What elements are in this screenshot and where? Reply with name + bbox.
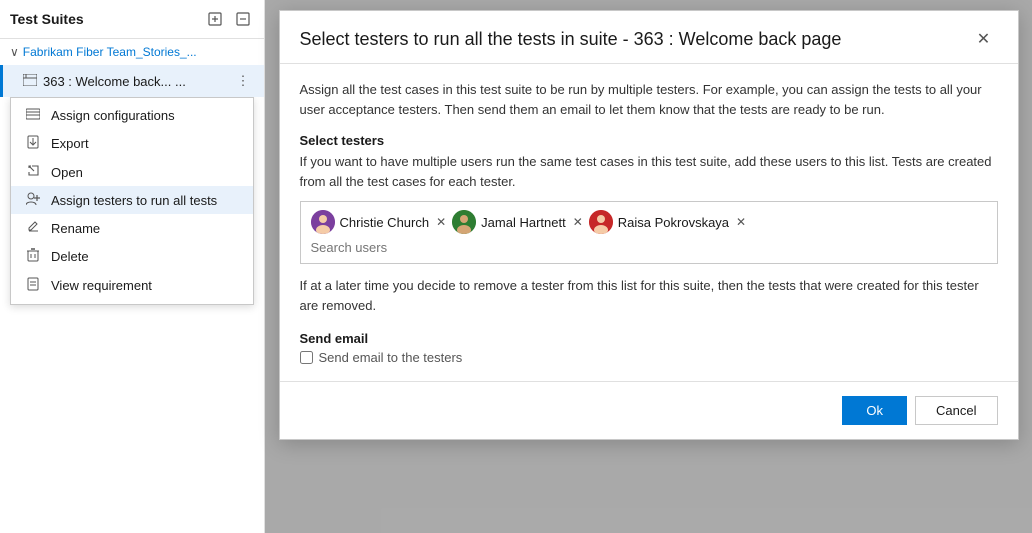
menu-label-assign-testers: Assign testers to run all tests bbox=[51, 193, 217, 208]
tester-name-jh: Jamal Hartnett bbox=[481, 215, 566, 230]
avatar-jh bbox=[452, 210, 476, 234]
search-users-input[interactable] bbox=[311, 240, 431, 255]
dialog-body: Assign all the test cases in this test s… bbox=[280, 64, 1018, 381]
suite-more-button[interactable]: ⋮ bbox=[232, 70, 254, 92]
context-menu: Assign configurations Export Open Assign… bbox=[10, 97, 254, 305]
cancel-button[interactable]: Cancel bbox=[915, 396, 997, 425]
view-requirement-icon bbox=[23, 277, 43, 294]
delete-icon bbox=[23, 248, 43, 265]
close-button[interactable]: ✕ bbox=[970, 25, 998, 53]
send-email-title: Send email bbox=[300, 331, 998, 346]
collapse-sidebar-button[interactable] bbox=[232, 8, 254, 30]
chevron-down-icon: ∨ bbox=[10, 45, 19, 59]
menu-label-open: Open bbox=[51, 165, 83, 180]
avatar-cc bbox=[311, 210, 335, 234]
rename-icon bbox=[23, 220, 43, 236]
suite-item[interactable]: 363 : Welcome back... ... ⋮ bbox=[0, 65, 264, 97]
dialog-title: Select testers to run all the tests in s… bbox=[300, 29, 842, 50]
sidebar-title: Test Suites bbox=[10, 11, 84, 27]
menu-label-export: Export bbox=[51, 136, 89, 151]
assign-testers-icon bbox=[23, 192, 43, 208]
team-row[interactable]: ∨ Fabrikam Fiber Team_Stories_... bbox=[0, 39, 264, 65]
sidebar-header-icons bbox=[204, 8, 254, 30]
send-email-label: Send email to the testers bbox=[319, 350, 463, 365]
export-icon bbox=[23, 135, 43, 152]
dialog-header: Select testers to run all the tests in s… bbox=[280, 11, 1018, 64]
remove-note: If at a later time you decide to remove … bbox=[300, 276, 998, 315]
assign-config-icon bbox=[23, 108, 43, 123]
tester-remove-cc[interactable]: ✕ bbox=[436, 215, 446, 229]
menu-label-rename: Rename bbox=[51, 221, 100, 236]
menu-label-assign-configurations: Assign configurations bbox=[51, 108, 175, 123]
dialog-overlay: Select testers to run all the tests in s… bbox=[265, 0, 1032, 533]
testers-input-box[interactable]: Christie Church ✕ Jamal Hartnett bbox=[300, 201, 998, 264]
sidebar: Test Suites ∨ Fabrikam Fiber Team_Storie… bbox=[0, 0, 265, 533]
avatar-rp bbox=[589, 210, 613, 234]
select-testers-title: Select testers bbox=[300, 133, 998, 148]
menu-item-view-requirement[interactable]: View requirement bbox=[11, 271, 253, 300]
send-email-checkbox[interactable] bbox=[300, 351, 313, 364]
team-label: Fabrikam Fiber Team_Stories_... bbox=[23, 45, 197, 59]
sidebar-header: Test Suites bbox=[0, 0, 264, 39]
select-testers-desc: If you want to have multiple users run t… bbox=[300, 152, 998, 191]
tester-chip-jh: Jamal Hartnett ✕ bbox=[452, 210, 583, 234]
menu-item-assign-testers[interactable]: Assign testers to run all tests bbox=[11, 186, 253, 214]
tester-remove-jh[interactable]: ✕ bbox=[573, 215, 583, 229]
suite-icon bbox=[23, 74, 37, 89]
menu-label-delete: Delete bbox=[51, 249, 89, 264]
open-icon bbox=[23, 164, 43, 180]
menu-item-assign-configurations[interactable]: Assign configurations bbox=[11, 102, 253, 129]
ok-button[interactable]: Ok bbox=[842, 396, 907, 425]
suite-label: 363 : Welcome back... ... bbox=[43, 74, 232, 89]
menu-item-export[interactable]: Export bbox=[11, 129, 253, 158]
send-email-row: Send email to the testers bbox=[300, 350, 998, 365]
testers-row: Christie Church ✕ Jamal Hartnett bbox=[311, 210, 987, 234]
menu-label-view-requirement: View requirement bbox=[51, 278, 152, 293]
dialog: Select testers to run all the tests in s… bbox=[279, 10, 1019, 440]
tester-chip-cc: Christie Church ✕ bbox=[311, 210, 447, 234]
tester-name-cc: Christie Church bbox=[340, 215, 430, 230]
send-email-section: Send email Send email to the testers bbox=[300, 331, 998, 365]
dialog-intro: Assign all the test cases in this test s… bbox=[300, 80, 998, 119]
menu-item-rename[interactable]: Rename bbox=[11, 214, 253, 242]
menu-item-delete[interactable]: Delete bbox=[11, 242, 253, 271]
add-suite-button[interactable] bbox=[204, 8, 226, 30]
dialog-footer: Ok Cancel bbox=[280, 381, 1018, 439]
tester-name-rp: Raisa Pokrovskaya bbox=[618, 215, 729, 230]
menu-item-open[interactable]: Open bbox=[11, 158, 253, 186]
tester-remove-rp[interactable]: ✕ bbox=[736, 215, 746, 229]
tester-chip-rp: Raisa Pokrovskaya ✕ bbox=[589, 210, 746, 234]
